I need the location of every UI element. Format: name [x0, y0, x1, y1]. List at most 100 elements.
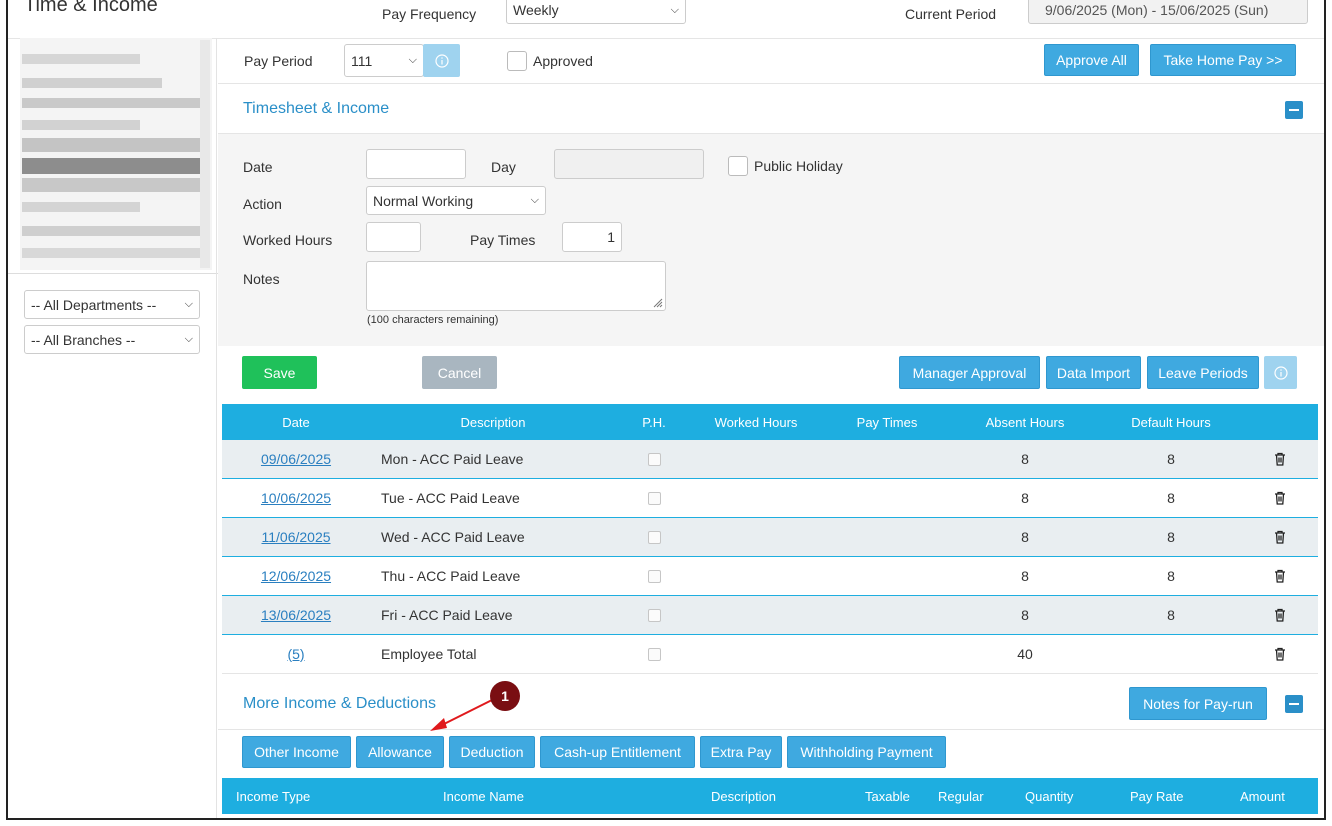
col-date[interactable]: Date	[222, 404, 370, 440]
notes-char-count: (100 characters remaining)	[367, 314, 499, 326]
tab-other-income[interactable]: Other Income	[242, 736, 351, 768]
trash-icon[interactable]	[1272, 490, 1288, 506]
row-default-hours: 8	[1167, 451, 1175, 467]
public-holiday-label: Public Holiday	[754, 158, 843, 174]
col-absent-hours[interactable]: Absent Hours	[954, 404, 1096, 440]
tab-allowance[interactable]: Allowance	[356, 736, 444, 768]
pay-times-input[interactable]: 1	[562, 222, 622, 252]
manager-approval-button[interactable]: Manager Approval	[899, 356, 1040, 389]
row-description: Tue - ACC Paid Leave	[381, 490, 520, 506]
income-table-header: Income Type Income Name Description Taxa…	[222, 778, 1318, 814]
cancel-button[interactable]: Cancel	[422, 356, 497, 389]
row-date-link[interactable]: 09/06/2025	[261, 451, 331, 467]
col-worked-hours[interactable]: Worked Hours	[692, 404, 820, 440]
col-ph[interactable]: P.H.	[616, 404, 692, 440]
approve-all-button[interactable]: Approve All	[1044, 44, 1139, 76]
table-row: 13/06/2025 Fri - ACC Paid Leave 8 8	[222, 596, 1318, 635]
timesheet-table-header: Date Description P.H. Worked Hours Pay T…	[222, 404, 1318, 440]
ph-checkbox[interactable]	[647, 647, 661, 661]
ph-checkbox[interactable]	[647, 569, 661, 583]
col-taxable[interactable]: Taxable	[865, 778, 910, 814]
ph-checkbox[interactable]	[647, 530, 661, 544]
trash-icon[interactable]	[1272, 568, 1288, 584]
col-regular[interactable]: Regular	[938, 778, 984, 814]
chevron-down-icon: ⌵	[670, 3, 679, 16]
row-default-hours: 8	[1167, 529, 1175, 545]
tab-withholding-payment[interactable]: Withholding Payment	[787, 736, 946, 768]
col-default-hours[interactable]: Default Hours	[1096, 404, 1246, 440]
row-absent-hours: 8	[1021, 451, 1029, 467]
action-value: Normal Working	[373, 192, 474, 209]
col-description[interactable]: Description	[370, 404, 616, 440]
data-import-button[interactable]: Data Import	[1046, 356, 1141, 389]
col-pay-rate[interactable]: Pay Rate	[1130, 778, 1183, 814]
save-button[interactable]: Save	[242, 356, 317, 389]
pay-times-label: Pay Times	[470, 232, 536, 248]
approved-checkbox[interactable]	[507, 51, 527, 71]
branches-value: -- All Branches --	[31, 331, 136, 348]
pay-frequency-value: Weekly	[513, 2, 559, 18]
leave-info-button[interactable]	[1264, 356, 1297, 389]
total-description: Employee Total	[381, 646, 477, 662]
ph-checkbox[interactable]	[647, 491, 661, 505]
approved-label: Approved	[533, 53, 593, 69]
period-divider	[218, 83, 1324, 84]
row-default-hours: 8	[1167, 568, 1175, 584]
row-absent-hours: 8	[1021, 490, 1029, 506]
col-income-type[interactable]: Income Type	[236, 778, 310, 814]
col-quantity[interactable]: Quantity	[1025, 778, 1073, 814]
col-amount[interactable]: Amount	[1240, 778, 1285, 814]
more-income-section-title: More Income & Deductions	[243, 695, 436, 712]
row-description: Mon - ACC Paid Leave	[381, 451, 524, 467]
col-pay-times[interactable]: Pay Times	[820, 404, 954, 440]
worked-hours-input[interactable]	[366, 222, 421, 252]
branches-select[interactable]: -- All Branches -- ⌵	[24, 325, 200, 354]
ph-checkbox[interactable]	[647, 608, 661, 622]
pay-period-label: Pay Period	[244, 53, 313, 69]
col-income-name[interactable]: Income Name	[443, 778, 524, 814]
tab-extra-pay[interactable]: Extra Pay	[700, 736, 782, 768]
table-row: 11/06/2025 Wed - ACC Paid Leave 8 8	[222, 518, 1318, 557]
total-default-hours	[1096, 635, 1246, 673]
pay-period-info-button[interactable]	[423, 44, 460, 77]
notes-textarea[interactable]	[366, 261, 666, 311]
ph-checkbox[interactable]	[647, 452, 661, 466]
employee-list-scrollbar[interactable]	[200, 40, 210, 268]
tab-deduction[interactable]: Deduction	[449, 736, 535, 768]
minus-icon	[1289, 109, 1299, 111]
row-date-link[interactable]: 12/06/2025	[261, 568, 331, 584]
total-count-link[interactable]: (5)	[287, 646, 304, 662]
date-input[interactable]	[366, 149, 466, 179]
trash-icon[interactable]	[1272, 646, 1288, 662]
chevron-down-icon: ⌵	[530, 194, 539, 206]
minus-icon	[1289, 703, 1299, 705]
trash-icon[interactable]	[1272, 451, 1288, 467]
col-income-description[interactable]: Description	[711, 778, 776, 814]
notes-for-payrun-button[interactable]: Notes for Pay-run	[1129, 687, 1267, 720]
employee-list[interactable]	[20, 38, 212, 270]
page-title: Time & Income	[24, 0, 158, 16]
action-select[interactable]: Normal Working ⌵	[366, 186, 546, 215]
row-default-hours: 8	[1167, 490, 1175, 506]
pay-period-select[interactable]: 111 ⌵	[344, 44, 424, 77]
row-description: Thu - ACC Paid Leave	[381, 568, 521, 584]
row-date-link[interactable]: 11/06/2025	[261, 529, 330, 545]
collapse-timesheet-button[interactable]	[1285, 101, 1303, 119]
trash-icon[interactable]	[1272, 529, 1288, 545]
take-home-pay-button[interactable]: Take Home Pay >>	[1150, 44, 1296, 76]
date-label: Date	[243, 159, 273, 175]
pay-frequency-select[interactable]: Weekly ⌵	[506, 0, 686, 24]
resize-handle-icon[interactable]	[651, 296, 663, 308]
row-date-link[interactable]: 10/06/2025	[261, 490, 331, 506]
row-absent-hours: 8	[1021, 607, 1029, 623]
app-window: Time & Income Pay Frequency Weekly ⌵ Cur…	[6, 0, 1326, 820]
leave-periods-button[interactable]: Leave Periods	[1147, 356, 1259, 389]
departments-select[interactable]: -- All Departments -- ⌵	[24, 290, 200, 319]
row-date-link[interactable]: 13/06/2025	[261, 607, 331, 623]
trash-icon[interactable]	[1272, 607, 1288, 623]
collapse-more-income-button[interactable]	[1285, 695, 1303, 713]
action-label: Action	[243, 196, 282, 212]
info-icon	[434, 53, 449, 68]
tab-cash-up-entitlement[interactable]: Cash-up Entitlement	[540, 736, 695, 768]
public-holiday-checkbox[interactable]	[728, 156, 748, 176]
